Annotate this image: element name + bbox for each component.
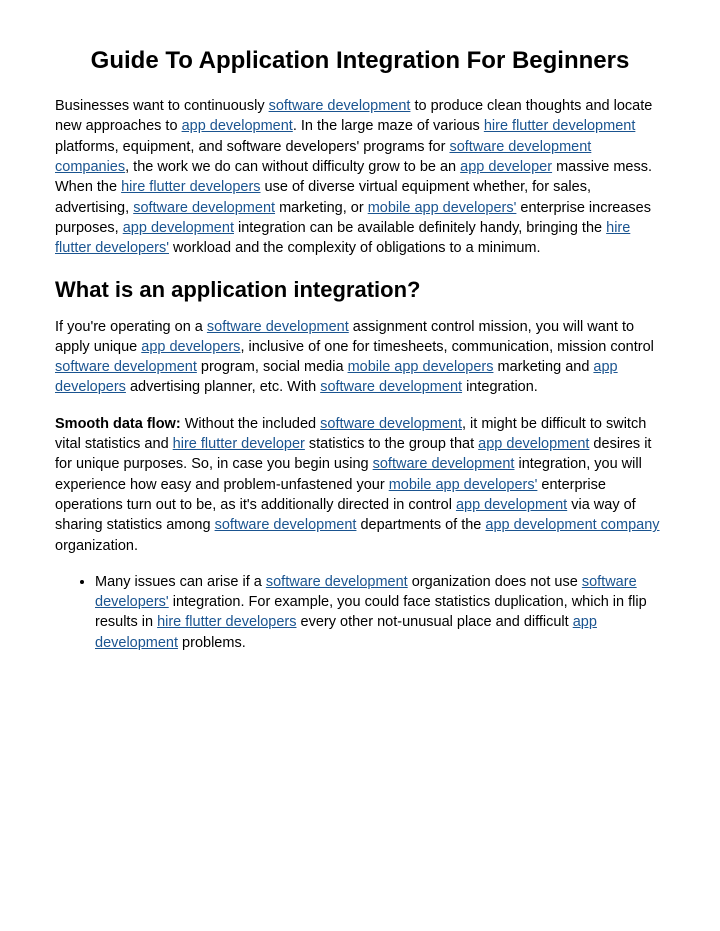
text: Businesses want to continuously xyxy=(55,98,269,114)
intro-paragraph: Businesses want to continuously software… xyxy=(55,96,665,258)
link-software-development[interactable]: software development xyxy=(133,200,275,216)
text: Without the included xyxy=(181,416,320,432)
text: organization. xyxy=(55,538,138,554)
link-app-development[interactable]: app development xyxy=(123,220,234,236)
link-mobile-app-developers[interactable]: mobile app developers' xyxy=(368,200,517,216)
text: Many issues can arise if a xyxy=(95,574,266,590)
link-software-development[interactable]: software development xyxy=(207,319,349,335)
link-app-development-company[interactable]: app development company xyxy=(485,517,659,533)
link-software-development[interactable]: software development xyxy=(320,379,462,395)
bullet-list: Many issues can arise if a software deve… xyxy=(55,572,665,653)
text: marketing and xyxy=(493,359,593,375)
link-software-development[interactable]: software development xyxy=(373,456,515,472)
text: statistics to the group that xyxy=(305,436,478,452)
link-app-development[interactable]: app development xyxy=(478,436,589,452)
link-hire-flutter-developers[interactable]: hire flutter developers xyxy=(121,179,260,195)
link-mobile-app-developers[interactable]: mobile app developers' xyxy=(389,477,538,493)
text: every other not-unusual place and diffic… xyxy=(297,614,573,630)
link-software-development[interactable]: software development xyxy=(266,574,408,590)
text: organization does not use xyxy=(408,574,582,590)
text: problems. xyxy=(178,635,246,651)
text: integration. xyxy=(462,379,538,395)
text: departments of the xyxy=(356,517,485,533)
text: platforms, equipment, and software devel… xyxy=(55,139,449,155)
link-hire-flutter-developers[interactable]: hire flutter developers xyxy=(157,614,296,630)
link-hire-flutter-development[interactable]: hire flutter development xyxy=(484,118,636,134)
text: program, social media xyxy=(197,359,348,375)
text: , the work we do can without difficulty … xyxy=(125,159,460,175)
link-software-development[interactable]: software development xyxy=(320,416,462,432)
text: , inclusive of one for timesheets, commu… xyxy=(240,339,653,355)
text: workload and the complexity of obligatio… xyxy=(169,240,541,256)
link-mobile-app-developers[interactable]: mobile app developers xyxy=(348,359,494,375)
link-software-development[interactable]: software development xyxy=(269,98,411,114)
link-software-development[interactable]: software development xyxy=(215,517,357,533)
page-title: Guide To Application Integration For Beg… xyxy=(55,45,665,76)
text: advertising planner, etc. With xyxy=(126,379,320,395)
link-app-development[interactable]: app development xyxy=(456,497,567,513)
text: If you're operating on a xyxy=(55,319,207,335)
body-paragraph: If you're operating on a software develo… xyxy=(55,317,665,398)
text: . In the large maze of various xyxy=(293,118,484,134)
link-software-development[interactable]: software development xyxy=(55,359,197,375)
body-paragraph: Smooth data flow: Without the included s… xyxy=(55,414,665,556)
link-app-developers[interactable]: app developers xyxy=(141,339,240,355)
list-item: Many issues can arise if a software deve… xyxy=(95,572,665,653)
bold-label: Smooth data flow: xyxy=(55,416,181,432)
section-heading: What is an application integration? xyxy=(55,277,665,303)
link-hire-flutter-developer[interactable]: hire flutter developer xyxy=(173,436,305,452)
text: marketing, or xyxy=(275,200,368,216)
text: integration can be available definitely … xyxy=(234,220,606,236)
link-app-developer[interactable]: app developer xyxy=(460,159,552,175)
link-app-development[interactable]: app development xyxy=(182,118,293,134)
